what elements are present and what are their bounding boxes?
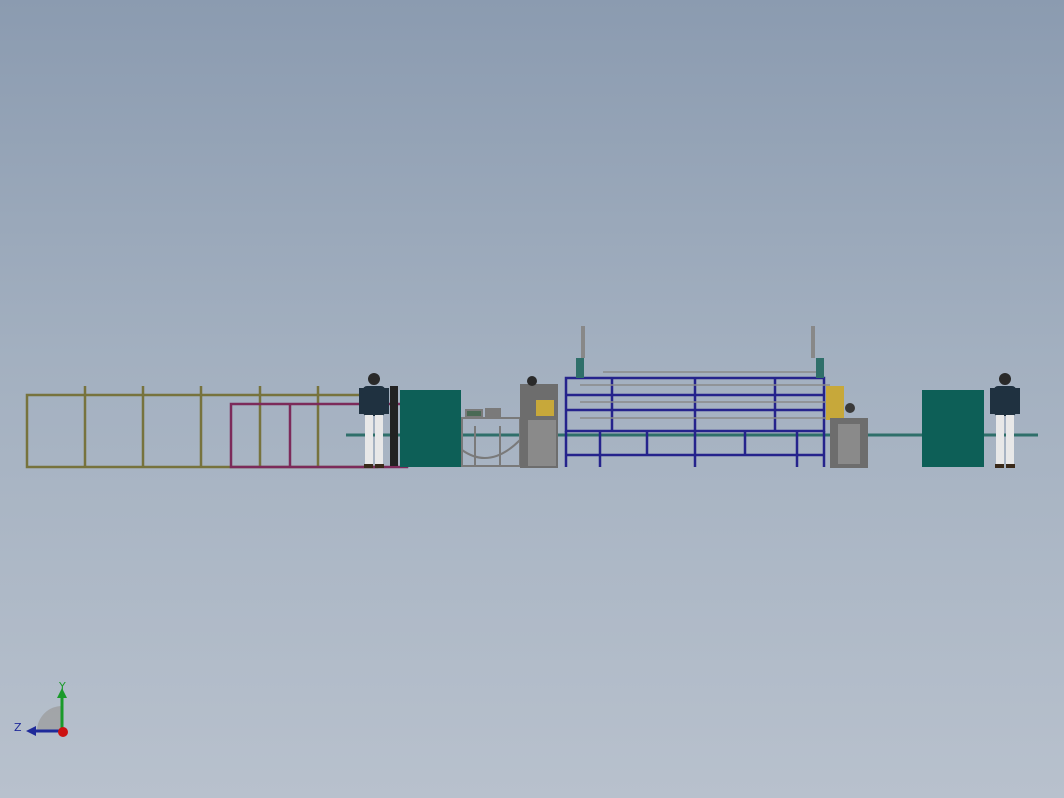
operator-figure-right <box>990 373 1020 468</box>
triad-graphic <box>26 688 68 737</box>
production-line-assembly[interactable] <box>0 0 1064 798</box>
y-axis-label: Y <box>59 680 66 693</box>
orientation-triad[interactable]: Y Z <box>10 676 80 746</box>
drive-unit-right[interactable] <box>826 386 868 468</box>
main-navy-frame[interactable] <box>564 376 826 467</box>
infeed-stand[interactable] <box>461 408 521 467</box>
drive-unit-left[interactable] <box>520 376 558 468</box>
cad-3d-viewport[interactable]: Y Z <box>0 0 1064 798</box>
cabinet-left[interactable] <box>400 390 461 467</box>
z-axis-label: Z <box>14 721 22 734</box>
olive-storage-frame[interactable] <box>25 386 379 469</box>
control-post[interactable] <box>390 386 398 466</box>
lifting-posts[interactable] <box>576 326 824 378</box>
cabinet-right[interactable] <box>922 390 984 467</box>
operator-figure-left <box>359 373 389 468</box>
